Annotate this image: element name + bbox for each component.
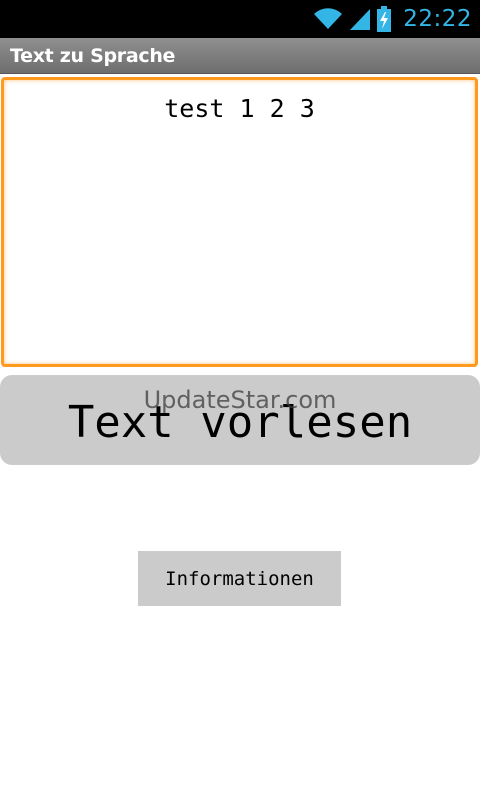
status-time: 22:22: [403, 6, 472, 32]
status-icons: 22:22: [313, 0, 472, 38]
signal-icon: [349, 7, 371, 31]
info-button[interactable]: Informationen: [138, 551, 341, 606]
app-title: Text zu Sprache: [10, 45, 176, 67]
text-input-field[interactable]: test 1 2 3: [1, 77, 478, 367]
text-input-value: test 1 2 3: [164, 94, 315, 123]
info-button-label: Informationen: [165, 567, 314, 590]
title-bar: Text zu Sprache: [0, 38, 480, 74]
speak-button-label: Text vorlesen: [67, 396, 413, 448]
wifi-icon: [313, 7, 343, 31]
battery-charging-icon: [377, 6, 392, 32]
status-bar: 22:22: [0, 0, 480, 38]
speak-button[interactable]: Text vorlesen: [0, 375, 480, 465]
